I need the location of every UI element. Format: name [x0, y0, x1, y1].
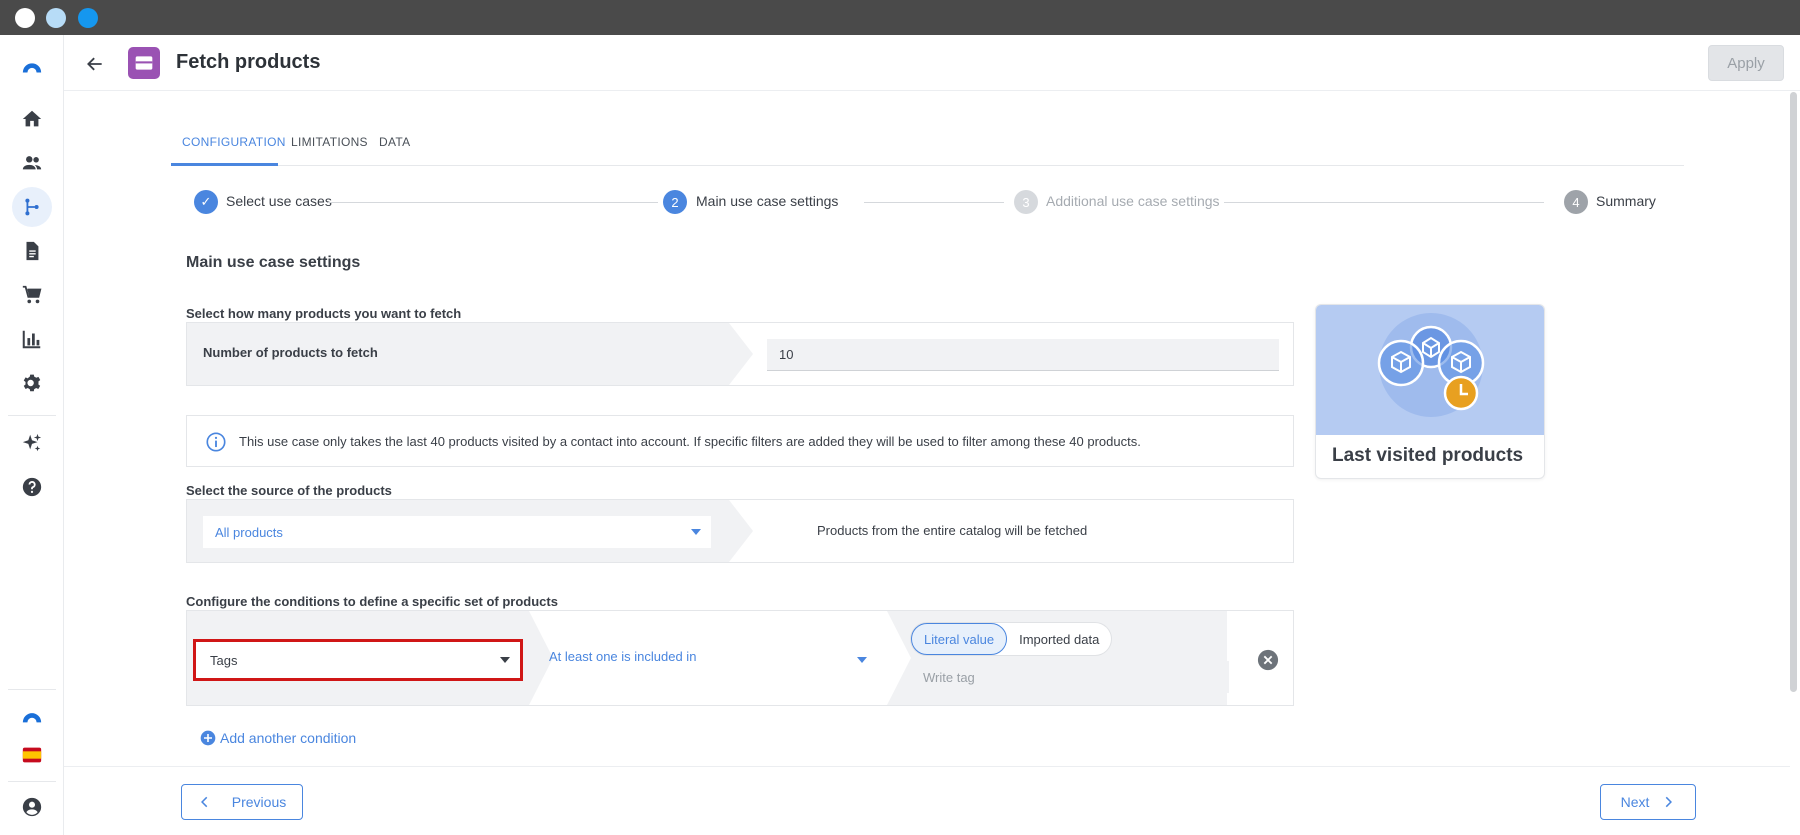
fetch-count-label: Number of products to fetch: [203, 345, 378, 360]
step-connector: [328, 202, 658, 203]
tab-limitations[interactable]: LIMITATIONS: [291, 130, 368, 166]
row-chevron: [729, 500, 753, 562]
previous-button[interactable]: Previous: [181, 784, 303, 820]
tab-configuration[interactable]: CONFIGURATION: [171, 130, 285, 166]
add-condition-button[interactable]: Add another condition: [200, 730, 356, 746]
source-select[interactable]: All products: [203, 516, 711, 548]
chevron-right-icon: [1666, 796, 1673, 808]
step-2-label[interactable]: Main use case settings: [696, 193, 838, 209]
brand-icon[interactable]: [12, 695, 52, 735]
page-header: Fetch products Apply: [64, 35, 1800, 91]
chart-icon[interactable]: [12, 319, 52, 359]
back-arrow-icon[interactable]: [82, 51, 108, 77]
chevron-down-icon: [691, 529, 701, 535]
vertical-scrollbar[interactable]: [1790, 92, 1797, 692]
condition-field-value: Tags: [210, 653, 238, 668]
page-title: Fetch products: [176, 51, 321, 73]
condition-field-select[interactable]: Tags: [193, 639, 523, 681]
source-description: Products from the entire catalog will be…: [817, 523, 1088, 538]
window-maximize-button[interactable]: [78, 8, 98, 28]
spain-flag-icon[interactable]: [12, 735, 52, 775]
use-case-card: Last visited products: [1315, 304, 1545, 479]
condition-operator-select[interactable]: At least one is included in: [549, 649, 696, 664]
apply-button[interactable]: Apply: [1708, 45, 1784, 81]
fetch-count-row: Number of products to fetch 10: [186, 322, 1294, 386]
row-chevron: [729, 323, 753, 385]
source-question: Select the source of the products: [186, 483, 392, 498]
document-icon[interactable]: [12, 231, 52, 271]
next-label: Next: [1620, 794, 1650, 810]
condition-row: Tags At least one is included in Literal…: [186, 610, 1294, 706]
step-1-label[interactable]: Select use cases: [226, 193, 332, 209]
window-minimize-button[interactable]: [46, 8, 66, 28]
value-source-toggle: Literal value Imported data: [911, 623, 1112, 655]
source-select-value: All products: [215, 525, 283, 540]
chevron-down-icon: [500, 657, 510, 663]
footer-bar: Previous Next: [64, 766, 1790, 835]
condition-operator-value: At least one is included in: [549, 649, 697, 664]
fetch-count-question: Select how many products you want to fet…: [186, 306, 462, 321]
progress-stepper: ✓ Select use cases 2 Main use case setti…: [194, 190, 1656, 214]
add-condition-label: Add another condition: [220, 730, 357, 746]
step-connector: [864, 202, 1004, 203]
chevron-left-icon: [200, 796, 208, 808]
source-row: All products Products from the entire ca…: [186, 499, 1294, 563]
info-text: This use case only takes the last 40 pro…: [239, 434, 1141, 449]
step-connector: [1224, 202, 1544, 203]
account-icon[interactable]: [12, 787, 52, 827]
step-3-label[interactable]: Additional use case settings: [1046, 193, 1220, 209]
row-chevron: [887, 611, 911, 705]
tab-data[interactable]: DATA: [379, 130, 410, 166]
app-card-icon: [128, 47, 160, 79]
workflow-icon[interactable]: [12, 187, 52, 227]
window-close-button[interactable]: [15, 8, 35, 28]
conditions-question: Configure the conditions to define a spe…: [186, 594, 558, 609]
sparkle-icon[interactable]: [12, 423, 52, 463]
step-4-number: 4: [1564, 190, 1588, 214]
help-icon[interactable]: [12, 467, 52, 507]
logo-icon[interactable]: [12, 47, 52, 87]
tag-input[interactable]: Write tag: [911, 661, 1229, 693]
info-notice: This use case only takes the last 40 pro…: [186, 415, 1294, 467]
remove-condition-icon[interactable]: [1257, 649, 1279, 671]
home-icon[interactable]: [12, 99, 52, 139]
people-icon[interactable]: [12, 143, 52, 183]
next-button[interactable]: Next: [1600, 784, 1696, 820]
fetch-count-input[interactable]: 10: [767, 339, 1279, 371]
tab-bar: CONFIGURATION LIMITATIONS DATA: [171, 130, 1684, 166]
use-case-illustration: [1316, 305, 1544, 435]
plus-circle-icon: [200, 730, 216, 746]
section-title: Main use case settings: [186, 254, 361, 271]
literal-value-toggle[interactable]: Literal value: [911, 623, 1008, 655]
previous-label: Previous: [231, 794, 287, 810]
window-titlebar: [0, 0, 1800, 35]
sidebar: [0, 35, 64, 835]
cart-icon[interactable]: [12, 275, 52, 315]
chevron-down-icon: [857, 657, 867, 663]
gear-icon[interactable]: [12, 363, 52, 403]
step-4-label[interactable]: Summary: [1596, 193, 1656, 209]
imported-data-toggle[interactable]: Imported data: [1007, 623, 1111, 655]
info-icon: [206, 432, 226, 452]
step-1-check-icon: ✓: [194, 190, 218, 214]
step-3-number: 3: [1014, 190, 1038, 214]
step-2-number: 2: [663, 190, 687, 214]
use-case-title: Last visited products: [1332, 445, 1524, 466]
